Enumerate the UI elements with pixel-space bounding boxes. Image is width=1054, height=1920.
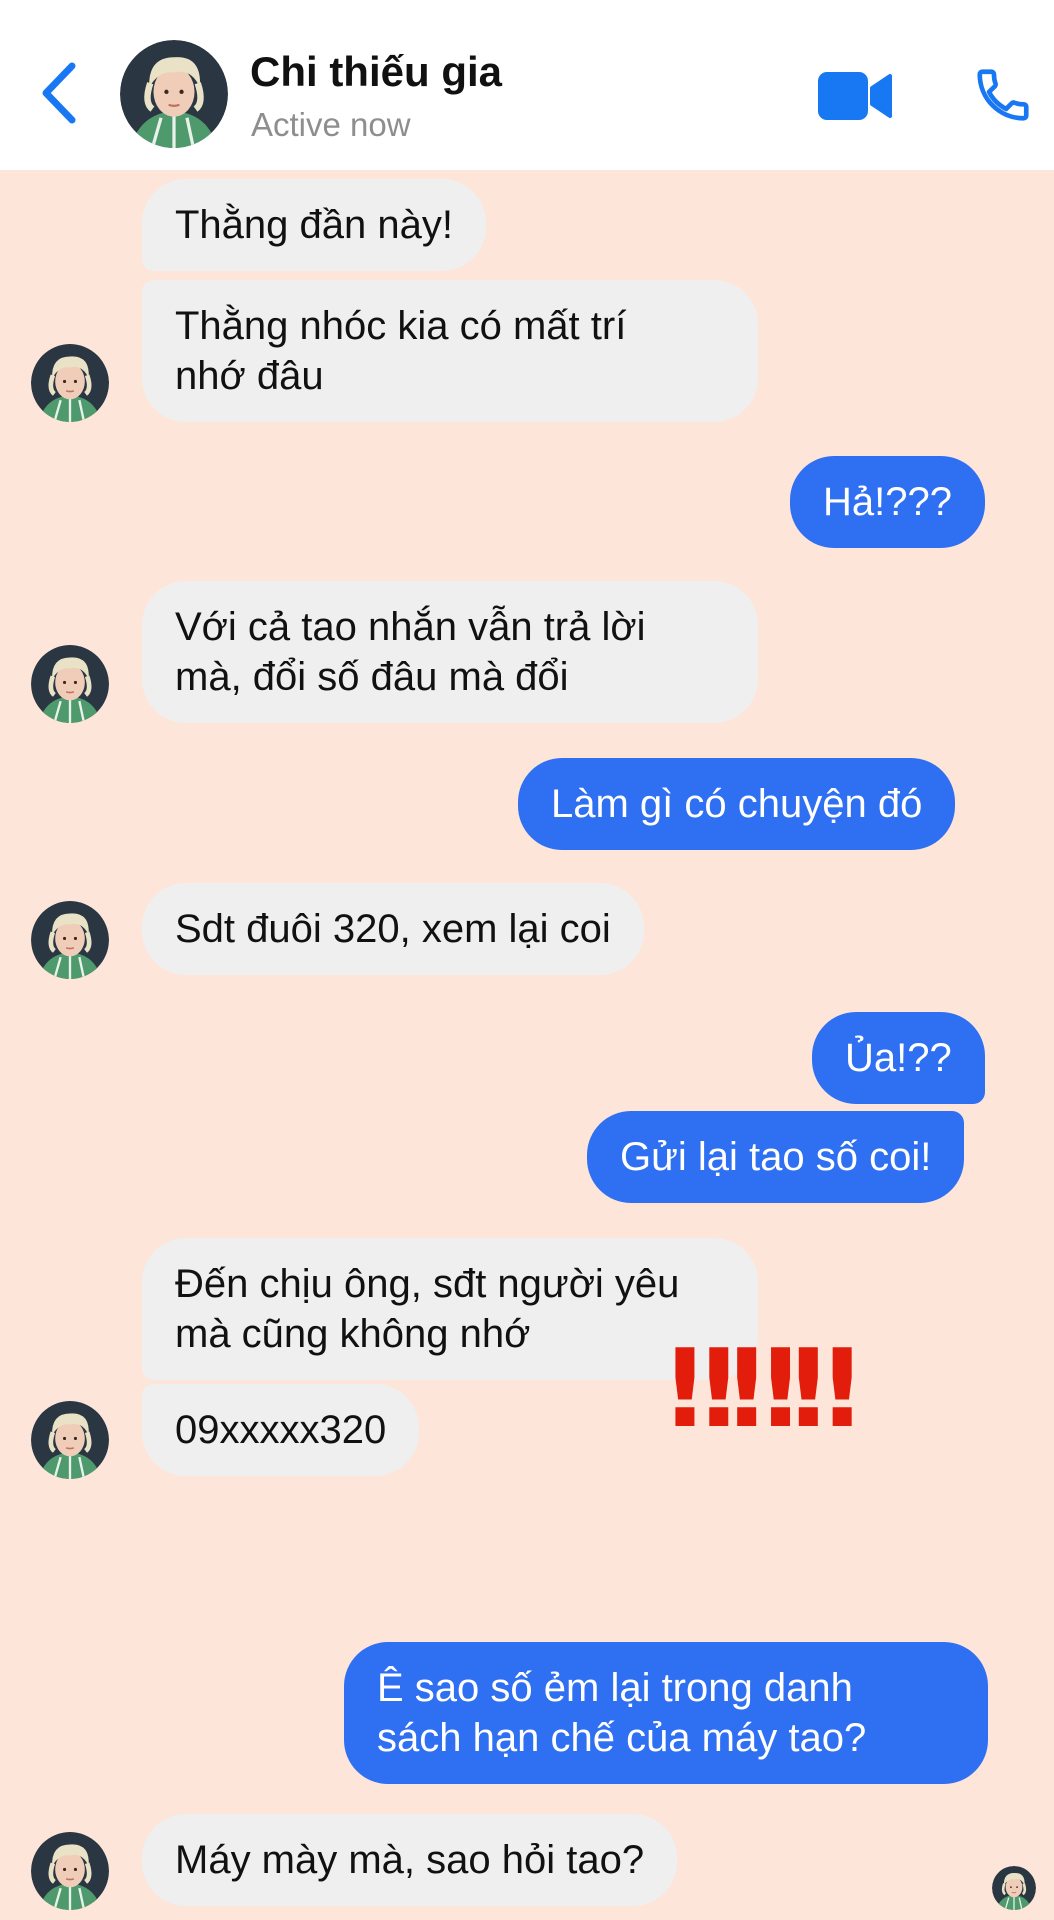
contact-avatar-small[interactable] (31, 1401, 109, 1479)
outgoing-message[interactable]: Làm gì có chuyện đó (518, 758, 956, 850)
message-line: mà cũng không nhớ (175, 1312, 531, 1356)
incoming-message[interactable]: 09xxxxx320 (142, 1384, 420, 1476)
message-line: Đến chịu ông, sđt người yêu (175, 1262, 680, 1306)
message-line: nhớ đâu (175, 354, 324, 398)
message-line: sách hạn chế của máy tao? (377, 1716, 867, 1760)
message-line: mà, đổi số đâu mà đổi (175, 655, 569, 699)
contact-avatar-small[interactable] (31, 1832, 109, 1910)
incoming-message[interactable]: Với cả tao nhắn vẫn trả lời mà, đổi số đ… (142, 581, 758, 723)
incoming-message[interactable]: Máy mày mà, sao hỏi tao? (142, 1814, 678, 1906)
active-status: Active now (251, 106, 411, 143)
incoming-message[interactable]: Sdt đuôi 320, xem lại coi (142, 883, 644, 975)
incoming-message[interactable]: Đến chịu ông, sđt người yêu mà cũng khôn… (142, 1238, 758, 1380)
contact-avatar-small[interactable] (31, 901, 109, 979)
outgoing-message[interactable]: Hả!??? (790, 456, 985, 548)
phone-icon (977, 69, 1029, 121)
contact-name[interactable]: Chi thiếu gia (250, 48, 502, 96)
chevron-left-icon (42, 62, 76, 124)
message-line: Thằng nhóc kia có mất trí (175, 304, 627, 348)
contact-avatar-small[interactable] (31, 344, 109, 422)
seen-receipt-avatar (992, 1866, 1036, 1910)
video-call-button[interactable] (818, 68, 892, 124)
incoming-message[interactable]: Thằng nhóc kia có mất trí nhớ đâu (142, 280, 758, 422)
back-button[interactable] (36, 58, 86, 128)
message-line: Ê sao số ẻm lại trong danh (377, 1666, 853, 1710)
incoming-message[interactable]: Thằng đần này! (142, 179, 486, 271)
contact-avatar-small[interactable] (31, 645, 109, 723)
message-line: Với cả tao nhắn vẫn trả lời (175, 605, 646, 649)
contact-avatar[interactable] (120, 40, 228, 148)
outgoing-message[interactable]: Ê sao số ẻm lại trong danh sách hạn chế … (344, 1642, 988, 1784)
video-camera-icon (818, 72, 892, 120)
chat-header: Chi thiếu gia Active now (0, 0, 1054, 170)
outgoing-message[interactable]: Ủa!?? (812, 1012, 985, 1104)
outgoing-message[interactable]: Gửi lại tao số coi! (587, 1111, 965, 1203)
double-exclamation-icon[interactable]: ‼‼‼ (668, 1330, 859, 1450)
voice-call-button[interactable] (972, 64, 1034, 126)
